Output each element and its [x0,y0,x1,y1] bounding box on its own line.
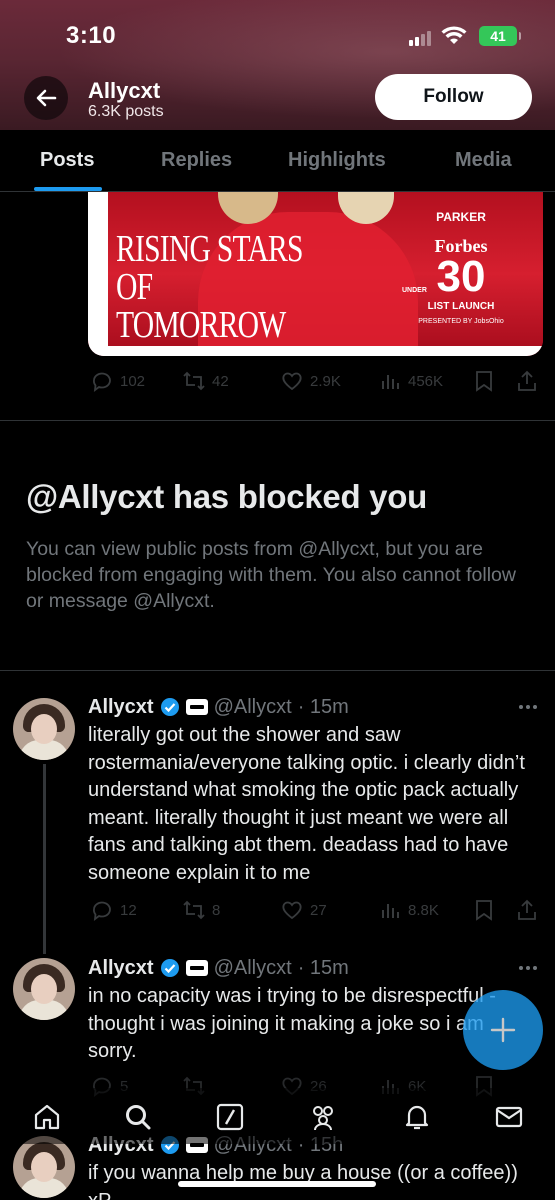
reply-button[interactable]: 12 [90,898,137,922]
post-actions: 102 42 2.9K 456K [88,369,538,393]
tweet-header: Allycxt @Allycxt · 15m [88,955,538,981]
tweet-handle[interactable]: @Allycxt [214,957,292,980]
views-icon [382,904,399,918]
verified-icon [160,698,179,716]
verified-icon [160,959,179,977]
reply-button[interactable]: 102 [90,369,145,393]
back-button[interactable] [24,76,68,120]
follow-button[interactable]: Follow [375,74,532,120]
avatar[interactable] [13,1136,75,1198]
tweet-header: Allycxt @Allycxt · 15m [88,694,538,720]
profile-header: 3:10 41 Allycxt 6.3K posts Follow [0,0,555,130]
repost-button[interactable]: 8 [182,898,220,922]
messages-icon[interactable] [494,1102,524,1132]
more-icon[interactable] [518,704,538,710]
like-button[interactable]: 2.9K [280,369,341,393]
affiliate-badge-icon [185,699,208,715]
affiliate-badge-icon [185,960,208,976]
bookmark-button[interactable] [473,369,495,393]
bookmark-icon [476,371,492,392]
home-indicator [178,1181,376,1187]
tab-replies[interactable]: Replies [161,149,232,172]
reply-count: 12 [120,901,137,919]
status-bar: 3:10 41 [0,22,555,52]
share-button[interactable] [516,898,538,922]
view-count: 8.8K [408,901,439,919]
back-arrow-icon [36,89,57,107]
like-icon [282,901,302,920]
share-button[interactable] [516,369,538,393]
divider [0,420,555,421]
share-icon [518,370,536,391]
reply-icon [93,372,111,392]
profile-name: Allycxt [88,78,161,103]
profile-tabs: Posts Replies Highlights Media [0,130,555,192]
like-button[interactable]: 27 [280,898,327,922]
tweet-time: · 15m [297,695,349,718]
battery-icon: 41 [479,26,521,46]
reply-icon [93,901,111,921]
repost-button[interactable]: 42 [182,369,229,393]
communities-icon[interactable] [308,1102,338,1132]
repost-count: 8 [212,901,221,919]
avatar[interactable] [13,958,75,1020]
tweet-handle[interactable]: @Allycxt [214,696,292,719]
divider [0,670,555,671]
compose-icon [490,1017,516,1043]
bookmark-icon [476,900,492,921]
views-icon [382,375,399,389]
home-icon[interactable] [32,1102,62,1132]
forbes-badge: PARKER Forbes UNDER 30 LIST LAUNCH PRESEN… [402,210,516,325]
status-time: 3:10 [66,22,117,49]
tab-media[interactable]: Media [455,149,512,172]
repost-icon [183,900,205,920]
like-count: 2.9K [310,372,341,390]
post-media-image[interactable]: RISING STARS OF TOMORROW PARKER Forbes U… [88,192,543,356]
media-thirty: 30 [436,252,486,301]
media-parker: PARKER [436,210,486,224]
compose-button[interactable] [463,990,543,1070]
tweet-author-name[interactable]: Allycxt [88,696,154,719]
repost-count: 42 [212,372,229,390]
thread-line [43,764,46,954]
views-button[interactable]: 8.8K [378,898,439,922]
bottom-navigation [0,1088,555,1144]
tweet-text[interactable]: in no capacity was i trying to be disres… [88,983,528,1066]
tweet-text[interactable]: literally got out the shower and saw ros… [88,722,528,887]
view-count: 456K [408,372,444,390]
wifi-icon [441,26,467,44]
posts-count: 6.3K posts [88,103,164,120]
share-icon [518,899,536,920]
media-under: UNDER [402,287,427,294]
battery-level: 41 [490,28,506,44]
avatar[interactable] [13,698,75,760]
tab-posts[interactable]: Posts [40,149,94,172]
views-button[interactable]: 456K [378,369,443,393]
cellular-signal-icon [409,30,431,46]
blocked-description: You can view public posts from @Allycxt,… [26,538,516,612]
like-icon [282,372,302,391]
notifications-icon[interactable] [402,1102,432,1132]
tweet-time: · 15m [297,956,349,979]
tweet-actions: 12 8 27 8.8K [88,898,538,922]
grok-icon[interactable] [215,1102,245,1132]
tweet-author-name[interactable]: Allycxt [88,957,154,980]
active-tab-indicator [34,187,102,191]
search-icon[interactable] [123,1102,153,1132]
blocked-title: @Allycxt has blocked you [26,478,427,515]
reply-count: 102 [120,372,146,390]
more-icon[interactable] [518,965,538,971]
media-headline: RISING STARS OF TOMORROW [116,228,304,346]
like-count: 27 [310,901,327,919]
tweet-text[interactable]: if you wanna help me buy a house ((or a … [88,1160,528,1200]
bookmark-button[interactable] [473,898,495,922]
media-presented-by: PRESENTED BY JobsOhio [418,318,504,325]
repost-icon [183,371,205,391]
tab-highlights[interactable]: Highlights [288,149,386,172]
